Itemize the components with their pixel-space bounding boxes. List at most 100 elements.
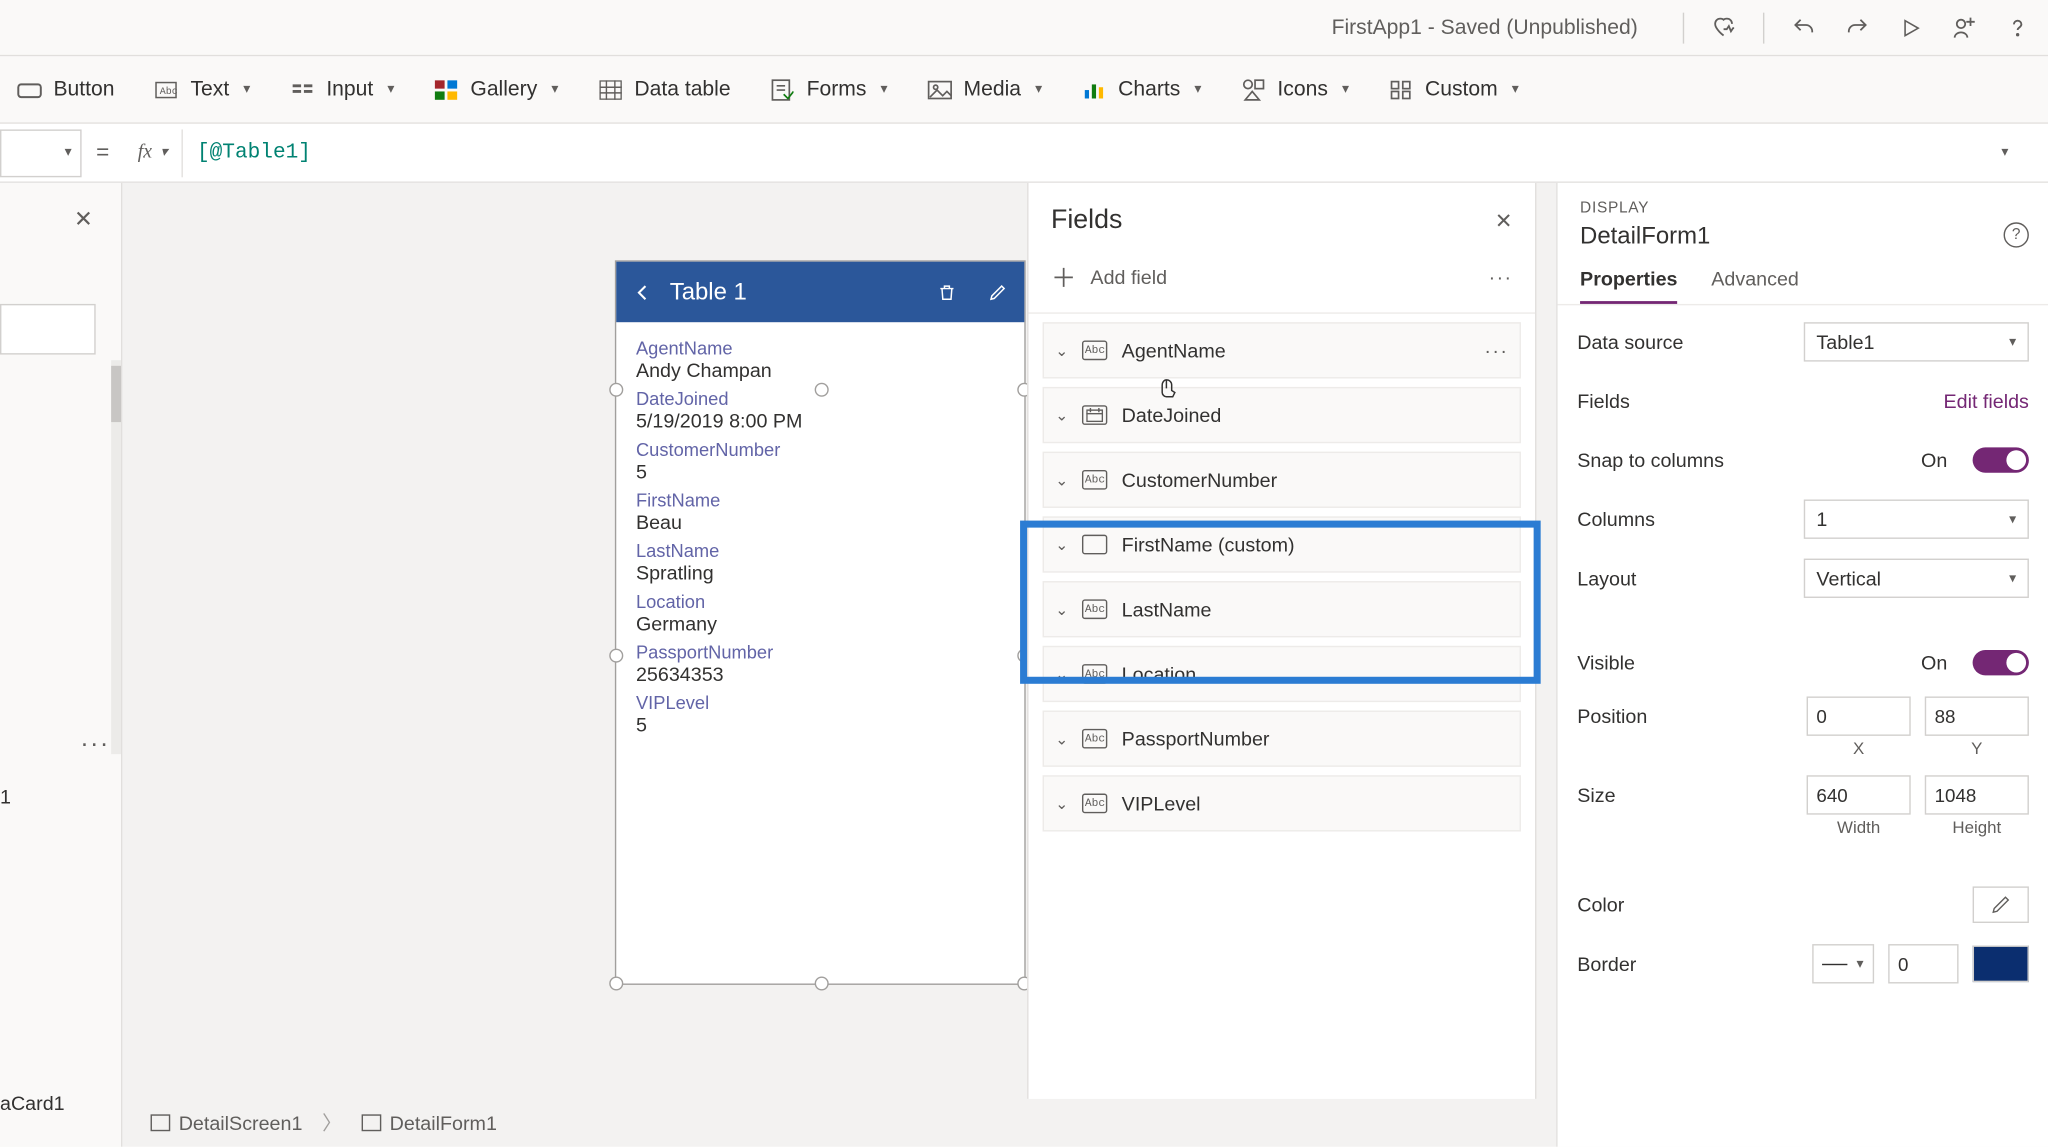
selection-handle[interactable]: [815, 383, 829, 397]
chevron-down-icon: ▾: [880, 82, 887, 97]
more-icon[interactable]: ···: [1484, 339, 1508, 362]
chevron-down-icon: ▾: [1342, 82, 1349, 97]
insert-custom[interactable]: Custom ▾: [1383, 71, 1525, 108]
columns-select[interactable]: 1▾: [1804, 499, 2029, 538]
formula-input[interactable]: [183, 129, 1984, 177]
prop-label: Size: [1577, 775, 1792, 806]
selection-handle[interactable]: [609, 649, 623, 663]
add-field-button[interactable]: Add field: [1090, 266, 1474, 289]
tab-properties[interactable]: Properties: [1580, 267, 1677, 304]
ribbon-label: Charts: [1118, 77, 1180, 101]
prop-label: Fields: [1577, 390, 1929, 413]
help-icon[interactable]: [2004, 13, 2032, 41]
ribbon-label: Gallery: [470, 77, 537, 101]
share-icon[interactable]: [1950, 13, 1978, 41]
insert-charts[interactable]: Charts ▾: [1076, 71, 1207, 108]
insert-forms[interactable]: Forms ▾: [764, 71, 893, 108]
detail-form-preview[interactable]: Table 1 AgentName Andy Champan DateJoine…: [615, 260, 1026, 985]
sublabel: X: [1853, 739, 1864, 759]
field-item-firstname[interactable]: ⌄ FirstName (custom): [1043, 516, 1521, 572]
field-value: 5: [636, 713, 1005, 736]
field-value: Germany: [636, 612, 1005, 635]
delete-icon[interactable]: [937, 281, 957, 304]
field-item-label: FirstName (custom): [1122, 533, 1295, 556]
ribbon-label: Input: [326, 77, 373, 101]
field-item-datejoined[interactable]: ⌄ DateJoined: [1043, 387, 1521, 443]
insert-icons[interactable]: Icons ▾: [1235, 71, 1354, 108]
border-color-picker[interactable]: [1973, 946, 2029, 983]
text-type-icon: Abc: [1082, 794, 1107, 814]
selection-handle[interactable]: [815, 976, 829, 990]
field-item-viplevel[interactable]: ⌄ Abc VIPLevel: [1043, 775, 1521, 831]
field-value: 25634353: [636, 663, 1005, 686]
ribbon-label: Custom: [1425, 77, 1498, 101]
insert-gallery[interactable]: Gallery ▾: [428, 71, 564, 108]
canvas[interactable]: Table 1 AgentName Andy Champan DateJoine…: [122, 183, 1556, 1147]
property-selector[interactable]: ▾: [0, 129, 82, 177]
insert-datatable[interactable]: Data table: [592, 71, 736, 108]
redo-icon[interactable]: [1843, 13, 1871, 41]
edit-icon[interactable]: [988, 282, 1008, 302]
undo-icon[interactable]: [1790, 13, 1818, 41]
position-y-input[interactable]: [1925, 696, 2029, 735]
close-icon[interactable]: ✕: [1495, 208, 1513, 233]
edit-fields-link[interactable]: Edit fields: [1943, 390, 2028, 413]
insert-input[interactable]: Input ▾: [284, 71, 400, 108]
formula-expand-button[interactable]: ▾: [1984, 145, 2023, 160]
insert-text[interactable]: Abc Text ▾: [148, 71, 256, 108]
text-type-icon: Abc: [1082, 729, 1107, 749]
prop-label: Visible: [1577, 651, 1907, 674]
border-style-select[interactable]: ▾: [1812, 944, 1874, 983]
insert-media[interactable]: Media ▾: [921, 71, 1047, 108]
field-item-location[interactable]: ⌄ Abc Location: [1043, 646, 1521, 702]
field-item-lastname[interactable]: ⌄ Abc LastName: [1043, 581, 1521, 637]
play-icon[interactable]: [1897, 13, 1925, 41]
text-type-icon: Abc: [1082, 470, 1107, 490]
more-icon[interactable]: ···: [80, 729, 110, 759]
size-width-input[interactable]: [1807, 775, 1911, 814]
date-type-icon: [1082, 405, 1107, 425]
scrollbar[interactable]: [111, 360, 121, 754]
field-label: FirstName: [636, 490, 1005, 511]
fields-list: ⌄ Abc AgentName ··· ⌄ DateJoined ⌄ Abc C…: [1029, 314, 1536, 840]
color-picker[interactable]: [1973, 886, 2029, 923]
layout-select[interactable]: Vertical▾: [1804, 559, 2029, 598]
field-item-agentname[interactable]: ⌄ Abc AgentName ···: [1043, 322, 1521, 378]
field-item-customernumber[interactable]: ⌄ Abc CustomerNumber: [1043, 452, 1521, 508]
selection-handle[interactable]: [609, 976, 623, 990]
cursor-icon: [1158, 374, 1183, 399]
sublabel: Height: [1952, 817, 2001, 837]
tab-advanced[interactable]: Advanced: [1711, 267, 1799, 304]
breadcrumb-detailform1[interactable]: DetailForm1: [347, 1106, 511, 1140]
border-width-input[interactable]: [1888, 944, 1958, 983]
tree-item-label[interactable]: 1: [0, 785, 11, 808]
more-icon[interactable]: ···: [1489, 266, 1513, 289]
prop-label: Columns: [1577, 508, 1789, 531]
insert-button[interactable]: Button: [11, 71, 120, 108]
back-icon[interactable]: [633, 282, 653, 302]
tree-item-label[interactable]: aCard1: [0, 1092, 65, 1115]
datasource-select[interactable]: Table1▾: [1804, 322, 2029, 361]
help-icon[interactable]: ?: [2004, 222, 2029, 247]
toggle-value: On: [1921, 449, 1947, 472]
field-item-label: Location: [1122, 663, 1196, 686]
snap-toggle[interactable]: [1973, 447, 2029, 472]
divider: [1763, 12, 1764, 43]
search-input[interactable]: [0, 304, 96, 355]
position-x-input[interactable]: [1807, 696, 1911, 735]
field-label: AgentName: [636, 338, 1005, 359]
visible-toggle[interactable]: [1973, 650, 2029, 675]
field-value: 5: [636, 460, 1005, 483]
health-icon[interactable]: [1710, 13, 1738, 41]
size-height-input[interactable]: [1925, 775, 2029, 814]
breadcrumb-detailscreen1[interactable]: DetailScreen1: [136, 1106, 316, 1140]
close-icon[interactable]: ✕: [74, 205, 93, 233]
sublabel: Width: [1837, 817, 1880, 837]
fields-panel-title: Fields: [1051, 205, 1495, 236]
fx-button[interactable]: fx▾: [124, 129, 183, 177]
ribbon-label: Icons: [1277, 77, 1327, 101]
field-item-passportnumber[interactable]: ⌄ Abc PassportNumber: [1043, 711, 1521, 767]
selection-handle[interactable]: [609, 383, 623, 397]
field-label: Location: [636, 591, 1005, 612]
fields-panel: Fields ✕ ＋ Add field ··· ⌄ Abc AgentName…: [1027, 183, 1536, 1099]
